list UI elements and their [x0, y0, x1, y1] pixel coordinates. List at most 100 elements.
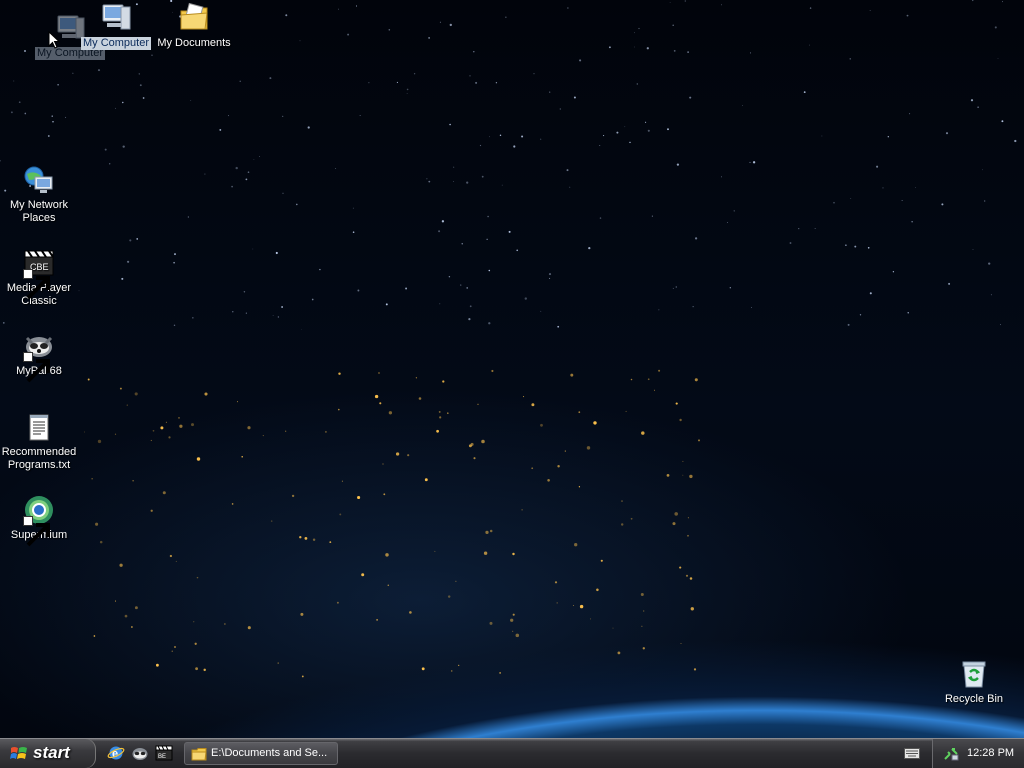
city-light	[564, 450, 566, 452]
star	[907, 312, 909, 314]
star	[524, 297, 527, 300]
city-light	[203, 668, 206, 672]
star	[129, 239, 132, 242]
desktop-icon-mypal-68[interactable]: MyPal 68	[0, 330, 79, 383]
star	[629, 141, 631, 144]
city-light	[690, 607, 694, 611]
star	[275, 251, 278, 255]
star	[469, 305, 472, 308]
desktop-icon-recycle-bin[interactable]: Recycle Bin	[934, 658, 1014, 706]
quick-launch-mypal[interactable]	[130, 743, 150, 763]
city-light	[698, 439, 700, 442]
city-light	[689, 474, 693, 479]
city-light	[455, 580, 457, 582]
city-light	[512, 630, 514, 632]
start-button-label: start	[33, 743, 70, 762]
keyboard-icon[interactable]	[904, 746, 920, 760]
taskbar: start e BE E:\Documents and Se... 12:28 …	[0, 738, 1024, 768]
quick-launch-internet-explorer[interactable]: e	[106, 743, 126, 763]
desktop-icon-my-documents[interactable]: My Documents	[154, 2, 234, 50]
star	[521, 135, 524, 138]
city-light	[512, 552, 515, 556]
star	[508, 230, 511, 233]
city-light	[132, 480, 134, 482]
city-light	[512, 613, 515, 616]
star	[122, 101, 124, 104]
desktop-icon-supermium[interactable]: Supermium	[0, 494, 79, 547]
city-light	[84, 431, 85, 433]
city-light	[491, 369, 494, 373]
city-light	[87, 378, 90, 381]
start-button[interactable]: start	[0, 739, 96, 768]
star	[13, 80, 15, 82]
star	[428, 180, 431, 183]
desktop-icon-media-player-classic[interactable]: CBE Media Player Classic	[0, 247, 79, 308]
recycle-bin-icon	[958, 658, 990, 690]
star	[569, 186, 571, 188]
star	[751, 307, 752, 308]
city-light	[231, 503, 234, 505]
city-light	[338, 372, 341, 375]
star	[533, 73, 535, 75]
star	[672, 24, 674, 27]
city-light	[554, 581, 558, 584]
city-light	[578, 486, 581, 488]
star	[488, 269, 491, 272]
city-light	[361, 573, 365, 577]
city-light	[193, 621, 195, 623]
star	[174, 253, 176, 256]
city-light	[694, 378, 698, 382]
star	[684, 0, 686, 2]
city-light	[600, 559, 603, 562]
star	[252, 248, 254, 250]
star	[803, 91, 806, 93]
star	[1014, 139, 1017, 143]
city-light	[374, 394, 379, 399]
city-light	[643, 610, 645, 612]
star	[988, 262, 991, 265]
star	[439, 303, 441, 305]
star	[466, 287, 469, 289]
city-light	[196, 457, 201, 461]
quick-launch-media-player[interactable]: BE	[154, 743, 174, 763]
desktop[interactable]: My Computer My Computer My Documents My …	[0, 0, 1024, 738]
shortcut-arrow-icon	[23, 352, 50, 383]
city-light	[531, 403, 535, 407]
star	[854, 245, 857, 248]
city-light	[409, 611, 412, 614]
city-light	[376, 619, 378, 621]
network-icon[interactable]	[943, 746, 959, 762]
city-light	[407, 454, 410, 457]
star	[428, 37, 430, 39]
city-light	[515, 633, 520, 638]
city-light	[593, 421, 597, 425]
city-light	[557, 465, 560, 468]
city-light	[531, 467, 534, 470]
star	[990, 294, 992, 296]
city-light	[126, 404, 128, 406]
star	[299, 40, 301, 42]
star	[588, 246, 591, 250]
desktop-icon-label: My Computer	[80, 37, 152, 50]
desktop-icon-my-network-places[interactable]: My Network Places	[0, 164, 79, 225]
desktop-icon-my-computer[interactable]: My Computer	[76, 2, 156, 50]
city-light	[336, 601, 339, 604]
city-light	[682, 474, 684, 476]
city-light	[171, 650, 173, 652]
clock[interactable]: 12:28 PM	[967, 747, 1014, 759]
star	[136, 238, 139, 240]
city-light	[451, 670, 453, 672]
city-light	[165, 421, 167, 423]
taskbar-window-button[interactable]: E:\Documents and Se...	[184, 742, 338, 765]
city-light	[387, 584, 390, 586]
star	[729, 287, 731, 289]
desktop-icon-recommended-programs[interactable]: Recommended Programs.txt	[0, 411, 79, 472]
city-light	[418, 397, 422, 400]
star	[994, 26, 997, 29]
star	[984, 200, 986, 202]
star	[901, 200, 903, 201]
star	[997, 58, 999, 60]
star	[495, 82, 498, 84]
star	[982, 169, 983, 171]
city-light	[338, 408, 340, 411]
